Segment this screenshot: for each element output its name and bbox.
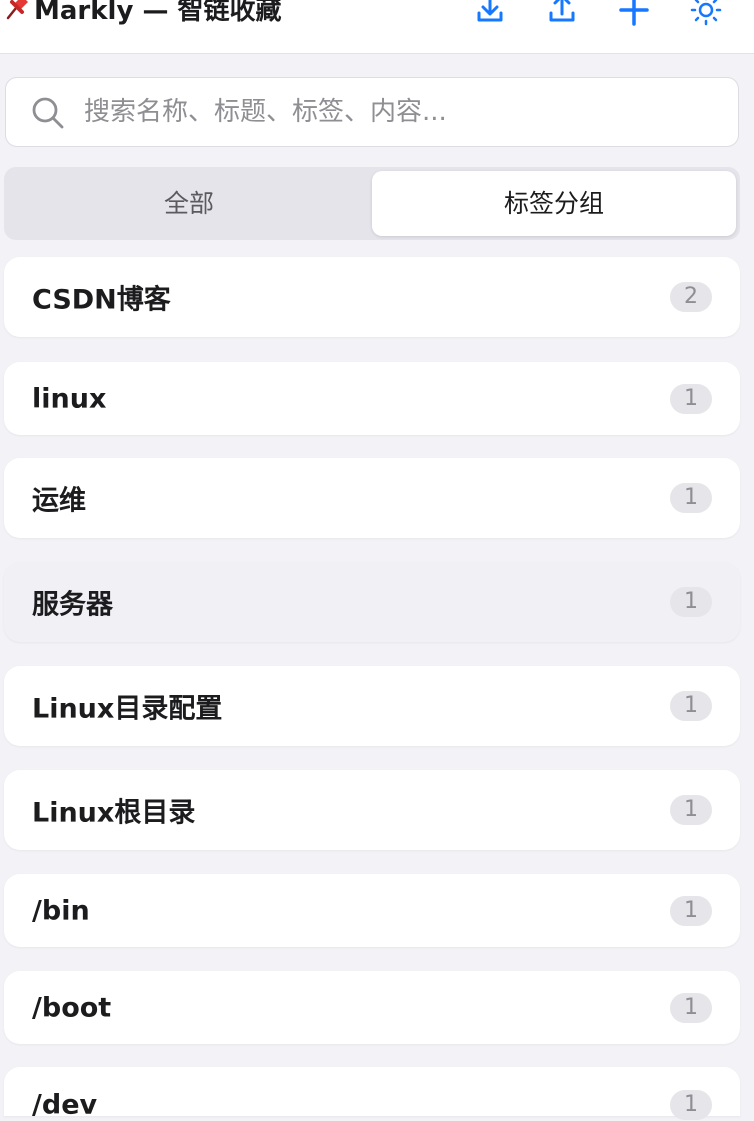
tag-group-name: /bin [32,895,90,926]
tag-group-row[interactable]: /bin 1 [4,874,740,947]
export-button[interactable] [542,0,582,32]
view-segmented-control: 全部 标签分组 [4,167,740,240]
upload-icon [549,0,575,22]
settings-button[interactable] [686,0,726,32]
search-box [5,77,739,147]
tab-tag-groups[interactable]: 标签分组 [372,171,736,236]
app-title-wrap: Markly — 智链收藏 [4,0,282,32]
tag-group-count-badge: 1 [670,795,712,825]
search-input[interactable] [84,92,724,132]
pushpin-icon [4,0,34,32]
tag-group-row[interactable]: CSDN博客 2 [4,257,740,337]
tag-group-count-badge: 1 [670,587,712,617]
import-button[interactable] [470,0,510,32]
tab-all[interactable]: 全部 [8,171,370,236]
tag-group-name: /boot [32,992,112,1023]
tag-group-count-badge: 1 [670,992,712,1023]
tag-group-name: 服务器 [32,589,113,621]
tag-group-count-badge: 2 [670,282,712,312]
search-icon [32,97,64,129]
tag-group-row[interactable]: 运维 1 [4,458,740,538]
tag-group-row[interactable]: /dev 1 [4,1067,740,1121]
plus-icon [619,0,649,26]
sun-icon [690,0,722,26]
tag-group-row[interactable]: 服务器 1 [4,562,740,642]
tag-group-name: Linux目录配置 [32,693,223,725]
tag-group-count-badge: 1 [670,383,712,414]
tag-group-row[interactable]: linux 1 [4,362,740,435]
tag-group-row[interactable]: /boot 1 [4,971,740,1044]
tag-group-count-badge: 1 [670,895,712,926]
tag-group-name: Linux根目录 [32,797,196,829]
tag-group-row[interactable]: Linux目录配置 1 [4,666,740,746]
app-title: Markly — 智链收藏 [34,0,282,26]
tag-group-row[interactable]: Linux根目录 1 [4,770,740,850]
tag-group-name: CSDN博客 [32,284,171,316]
app-header: Markly — 智链收藏 [0,0,754,54]
add-bookmark-button[interactable] [614,0,654,32]
tag-group-name: 运维 [32,485,86,517]
tag-group-count-badge: 1 [670,691,712,721]
download-icon [477,0,503,22]
tag-group-name: linux [32,383,107,414]
tag-group-count-badge: 1 [670,483,712,513]
